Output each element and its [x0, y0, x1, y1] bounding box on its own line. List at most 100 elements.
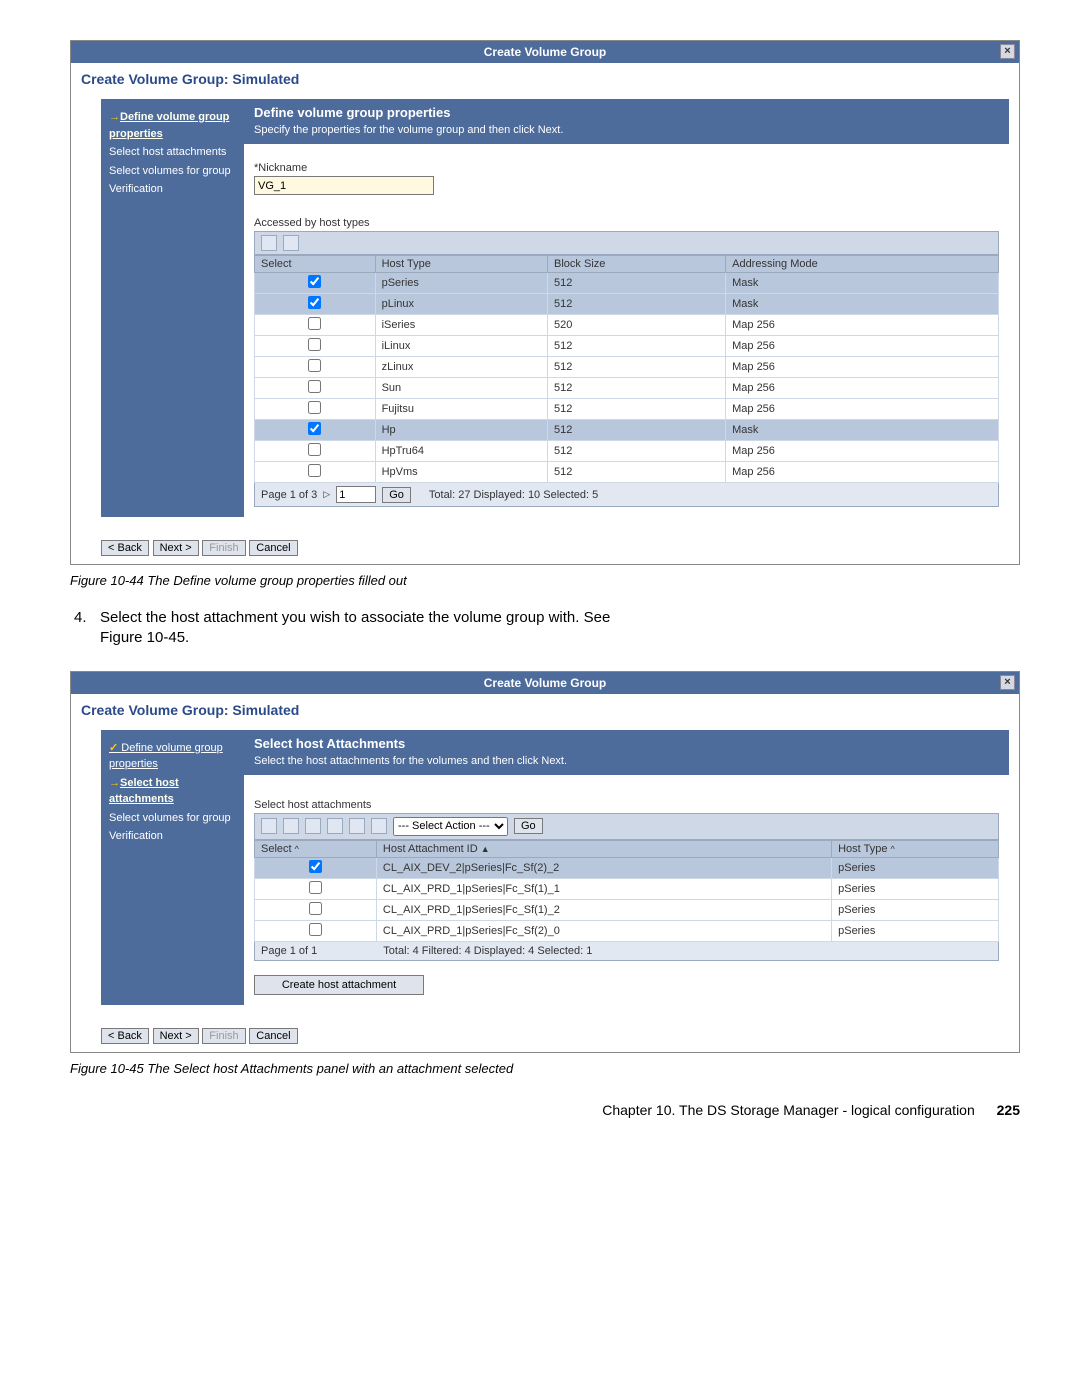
row-checkbox[interactable]: [308, 443, 321, 456]
cell-addr-mode: Map 256: [726, 399, 999, 420]
row-checkbox[interactable]: [308, 422, 321, 435]
cell-host-type: pLinux: [375, 294, 547, 315]
table-row[interactable]: pSeries 512 Mask: [255, 273, 999, 294]
back-button[interactable]: < Back: [101, 540, 149, 556]
table-pager: Page 1 of 1 Total: 4 Filtered: 4 Display…: [254, 942, 999, 961]
next-page-icon[interactable]: ▷: [323, 489, 330, 500]
col-block-size[interactable]: Block Size: [548, 256, 726, 273]
page-number: 225: [997, 1102, 1020, 1118]
table-status: Total: 27 Displayed: 10 Selected: 5: [429, 489, 598, 501]
create-host-attachment-button[interactable]: Create host attachment: [254, 975, 424, 995]
sidebar-step-host[interactable]: Select host attachments: [109, 775, 236, 808]
col-select[interactable]: Select ^: [255, 840, 377, 857]
cell-block-size: 512: [548, 462, 726, 483]
toolbar-icon[interactable]: [261, 235, 277, 251]
host-types-table: Select Host Type Block Size Addressing M…: [254, 255, 999, 483]
nickname-input[interactable]: [254, 176, 434, 195]
cell-host-type: pSeries: [832, 878, 999, 899]
row-checkbox[interactable]: [309, 860, 322, 873]
row-checkbox[interactable]: [308, 338, 321, 351]
row-checkbox[interactable]: [308, 380, 321, 393]
toolbar-icon[interactable]: [283, 818, 299, 834]
sort-icon: ▲: [481, 844, 490, 854]
cell-addr-mode: Map 256: [726, 441, 999, 462]
row-checkbox[interactable]: [308, 317, 321, 330]
table-row[interactable]: CL_AIX_PRD_1|pSeries|Fc_Sf(1)_2 pSeries: [255, 899, 999, 920]
page-number-input[interactable]: [336, 486, 376, 503]
pane-header: Define volume group properties Specify t…: [244, 99, 1009, 144]
cell-addr-mode: Mask: [726, 273, 999, 294]
cell-block-size: 520: [548, 315, 726, 336]
sidebar-step-define[interactable]: Define volume group properties: [109, 740, 236, 773]
finish-button[interactable]: Finish: [202, 540, 245, 556]
cell-host-type: iLinux: [375, 336, 547, 357]
table-row[interactable]: HpVms 512 Map 256: [255, 462, 999, 483]
table-row[interactable]: CL_AIX_DEV_2|pSeries|Fc_Sf(2)_2 pSeries: [255, 857, 999, 878]
table-row[interactable]: pLinux 512 Mask: [255, 294, 999, 315]
sidebar-step-volumes[interactable]: Select volumes for group: [109, 163, 236, 180]
cell-addr-mode: Mask: [726, 294, 999, 315]
page-footer: Chapter 10. The DS Storage Manager - log…: [70, 1102, 1020, 1118]
table-row[interactable]: Sun 512 Map 256: [255, 378, 999, 399]
table-row[interactable]: HpTru64 512 Map 256: [255, 441, 999, 462]
col-addr-mode[interactable]: Addressing Mode: [726, 256, 999, 273]
sidebar-step-volumes[interactable]: Select volumes for group: [109, 810, 236, 827]
col-host-id[interactable]: Host Attachment ID ▲: [376, 840, 831, 857]
sidebar-step-define[interactable]: Define volume group properties: [109, 109, 236, 142]
back-button[interactable]: < Back: [101, 1028, 149, 1044]
table-row[interactable]: iSeries 520 Map 256: [255, 315, 999, 336]
table-row[interactable]: Fujitsu 512 Map 256: [255, 399, 999, 420]
wizard-sidebar: Define volume group properties Select ho…: [101, 99, 244, 517]
toolbar-icon[interactable]: [327, 818, 343, 834]
sidebar-step-verify[interactable]: Verification: [109, 828, 236, 845]
sort-icon: ^: [891, 844, 895, 854]
col-host-type[interactable]: Host Type ^: [832, 840, 999, 857]
sort-icon: ^: [295, 844, 299, 854]
row-checkbox[interactable]: [309, 923, 322, 936]
next-button[interactable]: Next >: [153, 1028, 199, 1044]
col-select[interactable]: Select: [255, 256, 376, 273]
breadcrumb: Create Volume Group: Simulated: [71, 63, 1019, 99]
table-row[interactable]: Hp 512 Mask: [255, 420, 999, 441]
cell-host-id: CL_AIX_PRD_1|pSeries|Fc_Sf(1)_1: [376, 878, 831, 899]
table-row[interactable]: CL_AIX_PRD_1|pSeries|Fc_Sf(2)_0 pSeries: [255, 920, 999, 941]
table-pager: Page 1 of 3 ▷ Go Total: 27 Displayed: 10…: [254, 483, 999, 507]
finish-button[interactable]: Finish: [202, 1028, 245, 1044]
row-checkbox[interactable]: [308, 275, 321, 288]
toolbar-icon[interactable]: [283, 235, 299, 251]
cell-addr-mode: Map 256: [726, 462, 999, 483]
row-checkbox[interactable]: [308, 464, 321, 477]
close-icon[interactable]: ×: [1000, 675, 1015, 690]
select-action-dropdown[interactable]: --- Select Action ---: [393, 817, 508, 836]
go-button[interactable]: Go: [514, 818, 543, 834]
row-checkbox[interactable]: [309, 881, 322, 894]
table-row[interactable]: CL_AIX_PRD_1|pSeries|Fc_Sf(1)_1 pSeries: [255, 878, 999, 899]
cancel-button[interactable]: Cancel: [249, 540, 297, 556]
next-button[interactable]: Next >: [153, 540, 199, 556]
table-row[interactable]: zLinux 512 Map 256: [255, 357, 999, 378]
sidebar-step-host[interactable]: Select host attachments: [109, 144, 236, 161]
toolbar-icon[interactable]: [305, 818, 321, 834]
close-icon[interactable]: ×: [1000, 44, 1015, 59]
window-title: Create Volume Group: [484, 676, 606, 690]
row-checkbox[interactable]: [308, 401, 321, 414]
cell-host-id: CL_AIX_DEV_2|pSeries|Fc_Sf(2)_2: [376, 857, 831, 878]
cell-block-size: 512: [548, 357, 726, 378]
toolbar-icon[interactable]: [371, 818, 387, 834]
cancel-button[interactable]: Cancel: [249, 1028, 297, 1044]
row-checkbox[interactable]: [308, 359, 321, 372]
pane-header: Select host Attachments Select the host …: [244, 730, 1009, 775]
window-title: Create Volume Group: [484, 45, 606, 59]
row-checkbox[interactable]: [308, 296, 321, 309]
cell-block-size: 512: [548, 273, 726, 294]
col-host-type[interactable]: Host Type: [375, 256, 547, 273]
go-button[interactable]: Go: [382, 487, 411, 503]
cell-host-type: pSeries: [832, 920, 999, 941]
table-row[interactable]: iLinux 512 Map 256: [255, 336, 999, 357]
toolbar-icon[interactable]: [261, 818, 277, 834]
cell-host-type: Fujitsu: [375, 399, 547, 420]
sidebar-step-verify[interactable]: Verification: [109, 181, 236, 198]
nickname-label: *Nickname: [254, 162, 999, 174]
toolbar-icon[interactable]: [349, 818, 365, 834]
row-checkbox[interactable]: [309, 902, 322, 915]
